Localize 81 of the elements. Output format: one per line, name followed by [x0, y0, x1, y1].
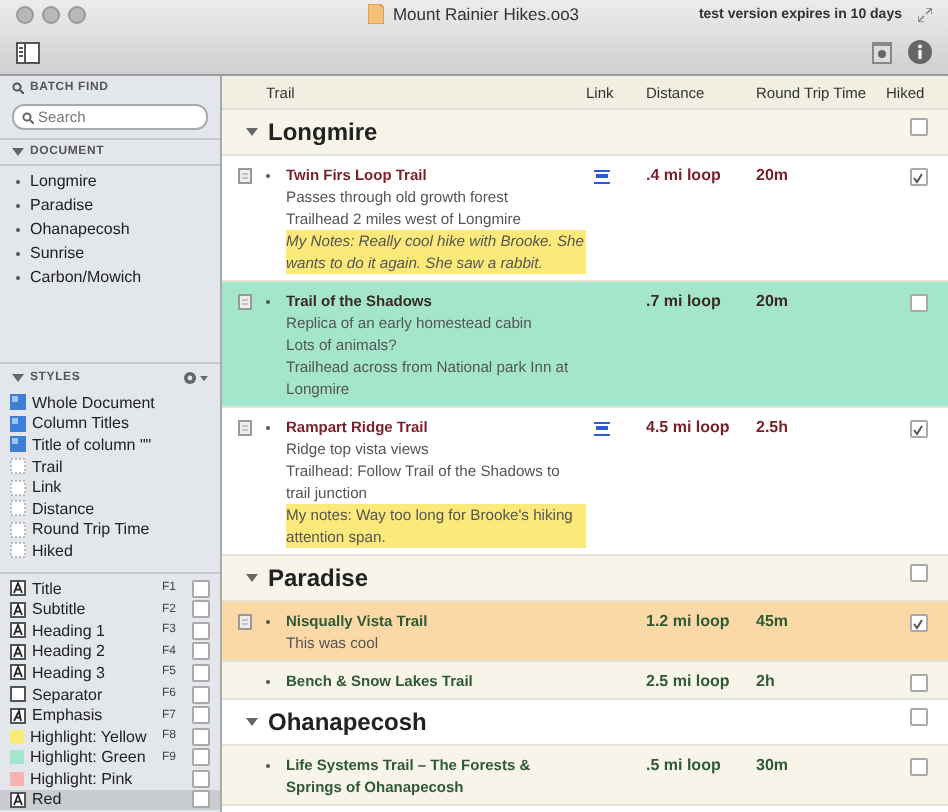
text-style-icon	[10, 643, 26, 660]
window-title: Mount Rainier Hikes.oo3	[392, 4, 580, 24]
text-style-icon	[10, 601, 26, 618]
style-item[interactable]: Trail	[0, 455, 220, 477]
document-icon	[368, 4, 385, 24]
note-icon[interactable]	[237, 420, 251, 436]
hiked-checkbox[interactable]	[909, 674, 927, 692]
style-checkbox[interactable]	[192, 621, 210, 640]
text-style-icon	[10, 791, 26, 808]
section-title: Ohanapecosh	[268, 708, 427, 736]
distance-cell-text: 2.5 mi loop	[646, 670, 732, 692]
style-checkbox[interactable]	[192, 642, 210, 661]
style-item[interactable]: Whole Document	[0, 392, 220, 414]
hiked-checkbox[interactable]	[909, 118, 927, 136]
section-title: Paradise	[268, 564, 369, 592]
style-checkbox[interactable]	[192, 579, 210, 598]
document-item[interactable]: Longmire	[30, 172, 97, 190]
style-item[interactable]: Column Titles	[0, 413, 220, 435]
text-style-icon	[10, 580, 26, 597]
style-item[interactable]: Title of column ""	[0, 434, 220, 456]
time-cell-text: 45m	[756, 610, 791, 634]
distance-cell-text: .5 mi loop	[646, 754, 723, 778]
hiked-checkbox[interactable]	[909, 420, 927, 438]
hiked-checkbox[interactable]	[909, 168, 927, 186]
note-icon[interactable]	[237, 614, 251, 630]
time-cell-text: 30m	[756, 754, 791, 778]
info-icon[interactable]	[908, 40, 932, 64]
document-item[interactable]: Carbon/Mowich	[30, 268, 142, 286]
text-style-icon	[10, 622, 26, 639]
distance-cell-text: 4.5 mi loop	[646, 416, 732, 440]
inspector-icon[interactable]	[872, 41, 892, 63]
disclosure-triangle-icon[interactable]	[246, 126, 258, 138]
style-icon	[10, 415, 26, 432]
style-checkbox[interactable]	[192, 790, 210, 809]
time-cell-text: 20m	[756, 290, 791, 314]
distance-cell-text: .7 mi loop	[646, 290, 723, 314]
style-checkbox[interactable]	[192, 600, 210, 619]
note-icon[interactable]	[237, 294, 251, 310]
section-title: Longmire	[268, 118, 378, 146]
style-icon	[10, 436, 26, 453]
style-icon	[10, 394, 26, 411]
style-checkbox[interactable]	[192, 727, 210, 746]
disclosure-triangle-icon[interactable]	[246, 716, 258, 728]
search-icon	[22, 111, 34, 123]
fullscreen-icon[interactable]	[918, 7, 932, 21]
note-icon[interactable]	[237, 168, 251, 184]
gear-icon[interactable]	[182, 370, 208, 386]
style-item[interactable]: Distance	[0, 497, 220, 520]
link-icon[interactable]	[594, 420, 610, 436]
document-item[interactable]: Paradise	[30, 196, 94, 214]
hiked-checkbox[interactable]	[909, 614, 927, 632]
document-item[interactable]: Ohanapecosh	[30, 220, 130, 238]
style-item[interactable]: Round Trip Time	[0, 519, 220, 541]
style-item[interactable]: Link	[0, 476, 220, 498]
style-checkbox[interactable]	[192, 706, 210, 725]
style-checkbox[interactable]	[192, 748, 210, 767]
link-icon[interactable]	[594, 168, 610, 184]
style-checkbox[interactable]	[192, 685, 210, 704]
disclosure-triangle-icon[interactable]	[246, 572, 258, 584]
hiked-checkbox[interactable]	[909, 294, 927, 312]
hiked-checkbox[interactable]	[909, 708, 927, 726]
separator-icon	[10, 686, 26, 703]
document-item[interactable]: Sunrise	[30, 244, 85, 262]
search-icon	[12, 82, 24, 94]
style-checkbox[interactable]	[192, 769, 210, 788]
hiked-checkbox[interactable]	[909, 758, 927, 776]
sidebar-toggle-icon[interactable]	[16, 41, 40, 63]
style-checkbox[interactable]	[192, 663, 210, 682]
disclosure-triangle-icon[interactable]	[12, 146, 24, 158]
distance-cell-text: 1.2 mi loop	[646, 610, 732, 634]
disclosure-triangle-icon[interactable]	[12, 372, 24, 384]
style-item[interactable]: Red	[0, 789, 220, 811]
time-cell-text: 2.5h	[756, 416, 791, 440]
time-cell-text: 2h	[756, 670, 777, 692]
style-item[interactable]: Highlight: Pink	[0, 768, 220, 790]
text-style-icon	[10, 707, 26, 724]
time-cell-text: 20m	[756, 164, 791, 188]
style-item[interactable]: Hiked	[0, 540, 220, 562]
text-style-icon	[10, 664, 26, 681]
distance-cell-text: .4 mi loop	[646, 164, 723, 188]
hiked-checkbox[interactable]	[909, 564, 927, 582]
